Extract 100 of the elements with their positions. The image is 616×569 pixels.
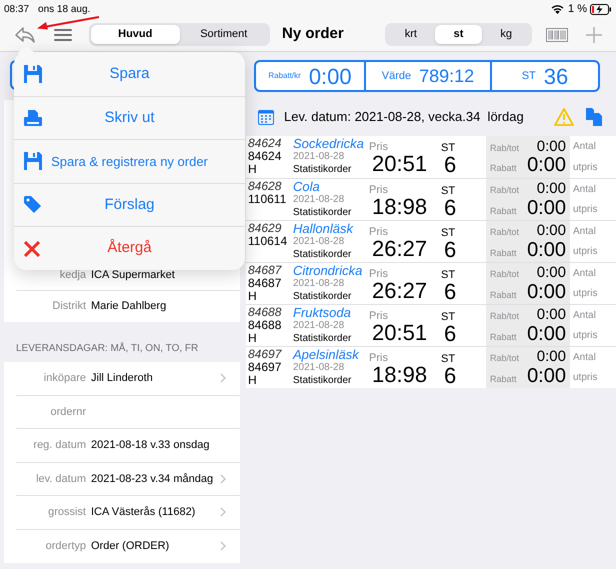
battery-percent: 1 % (568, 2, 587, 17)
warning-icon (554, 108, 574, 126)
field-label: ordernr (50, 404, 86, 420)
add-button[interactable] (586, 26, 602, 42)
article-number: 84629 (248, 222, 282, 235)
menu-item[interactable]: Spara & registrera ny order (14, 139, 245, 183)
price-label: Pris (369, 185, 388, 196)
field-value: 0:00 (536, 348, 566, 366)
qty-value: 6 (444, 154, 456, 176)
menu-item[interactable]: Skriv ut (14, 96, 245, 140)
price-value: 18:98 (372, 364, 428, 386)
menu-item[interactable]: Återgå (14, 226, 245, 270)
item-date: 2021-08-28 (293, 320, 346, 332)
price-value: 26:27 (372, 280, 428, 302)
product-link[interactable]: Cola (293, 180, 369, 194)
column-label: Antal (573, 140, 597, 154)
field-value: 0:00 (527, 366, 566, 387)
unit-tab[interactable]: st (434, 25, 482, 44)
price-label: Pris (369, 269, 388, 280)
unit-tab[interactable]: krt (387, 25, 435, 44)
column-label: utpris (573, 203, 598, 218)
field-label: grossist (47, 505, 86, 520)
chevron-icon[interactable] (220, 541, 226, 552)
field-label: Rabatt (490, 330, 517, 344)
unit-code: H (248, 374, 258, 387)
article-number: 84697 (248, 348, 283, 361)
item-row[interactable]: 84628 110611 Cola 2021-08-28 Statistikorder Pris 18:98 ST 6 Rab/tot 0:00 Rabatt 0:00 Antal utpris (246, 178, 616, 220)
chevron-icon[interactable] (220, 373, 226, 384)
item-date: 2021-08-28 (293, 151, 346, 163)
barcode-icon (546, 28, 568, 42)
field-value: Jill Linderoth (91, 371, 153, 386)
order-type: Statistikorder (293, 248, 352, 261)
chevron-icon[interactable] (220, 507, 226, 518)
field-value: 2021-08-23 v.34 måndag (91, 472, 214, 486)
field-value: 0:00 (536, 306, 566, 324)
order-type: Statistikorder (293, 374, 352, 387)
barcode-button[interactable] (546, 28, 568, 42)
field-label: Rabatt (490, 372, 517, 386)
column-label: utpris (573, 329, 598, 344)
unit-tab[interactable]: kg (482, 25, 530, 44)
field-value: 0:00 (536, 180, 566, 198)
wifi-icon (551, 4, 564, 14)
item-row[interactable]: 84629 110614 Hallonläsk 2021-08-28 Statistikorder Pris 26:27 ST 6 Rab/tot 0:00 Rabatt 0:00 Antal utpris (246, 220, 616, 262)
product-link[interactable]: Apelsinläsk (293, 348, 369, 362)
unit-code: H (248, 290, 258, 303)
menu-item[interactable]: Spara (14, 52, 245, 96)
field-label: lev. datum (35, 472, 86, 486)
summary-value: 789:12 (419, 64, 474, 88)
item-date: 2021-08-28 (293, 362, 346, 374)
qty-label: ST (441, 312, 456, 323)
item-row[interactable]: 84697 84697 H Apelsinläsk 2021-08-28 Statistikorder Pris 18:98 ST 6 Rab/tot 0:00 Rabatt 0:00 Antal utpris (246, 346, 616, 388)
field-label: Rabatt (490, 204, 517, 218)
item-row[interactable]: 84624 84624 H Sockedricka 2021-08-28 Statistikorder Pris 20:51 ST 6 Rab/tot 0:00 Rabatt 0:00 Antal utpris (246, 136, 616, 178)
column-label: utpris (573, 161, 598, 175)
item-row[interactable]: 84687 84687 H Citrondricka 2021-08-28 Statistikorder Pris 26:27 ST 6 Rab/tot 0:00 Rabatt 0:00 Antal utpris (246, 262, 616, 304)
ean-number: 84624 (248, 150, 282, 163)
item-date: 2021-08-28 (293, 194, 346, 206)
tab[interactable]: Sortiment (180, 25, 268, 44)
qty-label: ST (441, 186, 456, 197)
copy-button[interactable] (586, 108, 602, 126)
item-row[interactable]: 84688 84688 H Fruktsoda 2021-08-28 Statistikorder Pris 20:51 ST 6 Rab/tot 0:00 Rabatt 0:00 Antal utpris (246, 304, 616, 346)
calendar-icon (258, 109, 274, 125)
field-value: 0:00 (536, 264, 566, 282)
tab[interactable]: Huvud (91, 25, 180, 44)
product-link[interactable]: Fruktsoda (293, 306, 369, 320)
order-type: Statistikorder (293, 332, 352, 345)
printer-icon (24, 110, 42, 126)
column-label: Antal (573, 224, 597, 239)
chevron-icon[interactable] (220, 474, 226, 484)
field-label: Rabatt (490, 246, 517, 260)
summary-label: Rabatt/kr (268, 70, 301, 82)
field-value: 0:00 (536, 222, 566, 240)
qty-value: 6 (444, 197, 456, 219)
qty-label: ST (441, 228, 456, 239)
field-label: Rabatt (490, 162, 517, 176)
order-type: Statistikorder (293, 290, 352, 303)
field-value: 2021-08-18 v.33 onsdag (91, 438, 210, 453)
product-link[interactable]: Sockedricka (293, 137, 369, 151)
qty-value: 6 (444, 239, 456, 261)
item-date: 2021-08-28 (293, 236, 346, 248)
product-link[interactable]: Citrondricka (293, 264, 369, 278)
price-value: 26:27 (372, 238, 428, 260)
field-label: Rab/tot (490, 142, 520, 155)
reply-icon (14, 26, 36, 44)
order-type: Statistikorder (293, 206, 352, 219)
warning-button[interactable] (554, 108, 574, 126)
field-value: 0:00 (527, 240, 566, 261)
article-number: 84687 (248, 264, 283, 277)
battery-icon (590, 4, 612, 14)
field-label: Rab/tot (490, 352, 520, 366)
tag-icon (24, 196, 42, 214)
ean-number: 110614 (248, 235, 288, 248)
field-value: 0:00 (527, 282, 566, 303)
status-time: 08:37 (4, 2, 30, 16)
menu-button[interactable] (54, 26, 72, 42)
qty-value: 6 (444, 323, 456, 345)
product-link[interactable]: Hallonläsk (293, 222, 369, 236)
annotation-arrow (36, 16, 100, 30)
menu-item[interactable]: Förslag (14, 182, 245, 226)
field-value: 0:00 (527, 155, 566, 176)
